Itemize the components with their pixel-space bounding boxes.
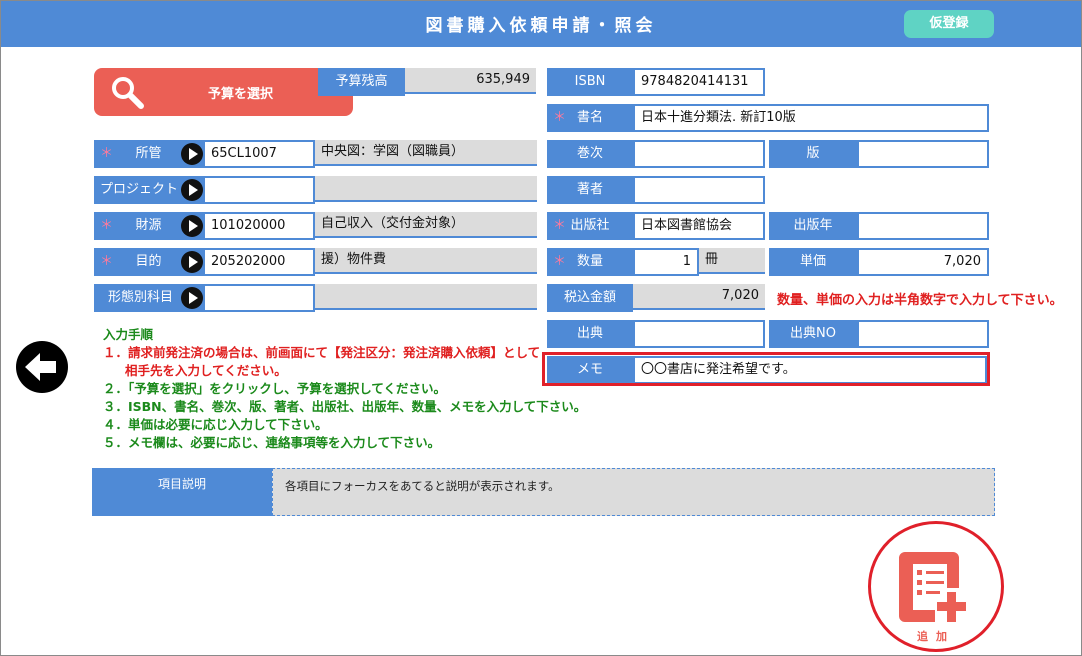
instruction-step-5: ５．メモ欄は、必要に応じ、連絡事項等を入力して下さい。 bbox=[103, 435, 441, 450]
purpose-name-display: 援）物件費 bbox=[315, 248, 537, 274]
dept-code-input[interactable]: 65CL1007 bbox=[203, 140, 315, 168]
project-name-display bbox=[315, 176, 537, 202]
source-input[interactable] bbox=[633, 320, 765, 348]
quantity-label: ＊数量 bbox=[547, 248, 633, 276]
title-input[interactable]: 日本十進分類法. 新訂10版 bbox=[633, 104, 989, 132]
purpose-code-input[interactable]: 205202000 bbox=[203, 248, 315, 276]
budget-remaining-value: 635,949 bbox=[405, 68, 536, 94]
field-description-label: 項目説明 bbox=[92, 468, 272, 516]
volume-label: 巻次 bbox=[547, 140, 633, 168]
dept-name-display: 中央図：学図（図職員） bbox=[315, 140, 537, 166]
fund-lookup-button[interactable] bbox=[181, 215, 203, 237]
publisher-input[interactable]: 日本図書館協会 bbox=[633, 212, 765, 240]
pub-year-input[interactable] bbox=[857, 212, 989, 240]
search-icon bbox=[112, 77, 144, 109]
instruction-step-1-continued: 相手先を入力してください。 bbox=[125, 363, 287, 378]
total-value: 7,020 bbox=[633, 284, 765, 310]
instructions-heading: 入力手順 bbox=[103, 327, 154, 342]
unit-price-input[interactable]: 7,020 bbox=[857, 248, 989, 276]
budget-remaining-label: 予算残高 bbox=[318, 68, 405, 96]
project-code-input[interactable] bbox=[203, 176, 315, 204]
back-button[interactable] bbox=[16, 341, 68, 393]
isbn-input[interactable]: 9784820414131 bbox=[633, 68, 765, 96]
instruction-step-2: ２．「予算を選択」をクリックし、予算を選択してください。 bbox=[103, 381, 447, 396]
dept-lookup-button[interactable] bbox=[181, 143, 203, 165]
author-input[interactable] bbox=[633, 176, 765, 204]
publisher-label: ＊出版社 bbox=[547, 212, 633, 240]
add-highlight-circle bbox=[868, 521, 1004, 652]
total-label: 税込金額 bbox=[547, 284, 633, 312]
pub-year-label: 出版年 bbox=[769, 212, 857, 240]
edition-input[interactable] bbox=[857, 140, 989, 168]
purpose-lookup-button[interactable] bbox=[181, 251, 203, 273]
provisional-register-button[interactable]: 仮登録 bbox=[904, 10, 994, 38]
isbn-label: ISBN bbox=[547, 68, 633, 96]
select-budget-button[interactable]: 予算を選択 bbox=[94, 68, 353, 116]
quantity-unit: 冊 bbox=[699, 248, 765, 274]
edition-label: 版 bbox=[769, 140, 857, 168]
account-name-display bbox=[315, 284, 537, 310]
instruction-step-3: ３．ISBN、書名、巻次、版、著者、出版社、出版年、数量、メモを入力して下さい。 bbox=[103, 399, 587, 414]
header-bar: 図書購入依頼申請・照会 仮登録 bbox=[1, 1, 1081, 47]
arrow-left-icon bbox=[25, 353, 56, 381]
title-label: ＊書名 bbox=[547, 104, 633, 132]
instruction-step-1: １．請求前発注済の場合は、前画面にて【発注区分：発注済購入依頼】として bbox=[103, 345, 541, 360]
volume-input[interactable] bbox=[633, 140, 765, 168]
fund-name-display: 自己収入（交付金対象） bbox=[315, 212, 537, 238]
quantity-input[interactable]: 1 bbox=[633, 248, 699, 276]
unit-price-label: 単価 bbox=[769, 248, 857, 276]
input-hint: 数量、単価の入力は半角数字で入力して下さい。 bbox=[777, 293, 1063, 308]
fund-code-input[interactable]: 101020000 bbox=[203, 212, 315, 240]
select-budget-label: 予算を選択 bbox=[208, 87, 274, 102]
account-code-input[interactable] bbox=[203, 284, 315, 312]
field-description-text: 各項目にフォーカスをあてると説明が表示されます。 bbox=[272, 468, 995, 516]
instruction-step-4: ４．単価は必要に応じ入力して下さい。 bbox=[103, 417, 328, 432]
source-no-input[interactable] bbox=[857, 320, 989, 348]
source-no-label: 出典NO bbox=[769, 320, 857, 348]
source-label: 出典 bbox=[547, 320, 633, 348]
account-lookup-button[interactable] bbox=[181, 287, 203, 309]
project-lookup-button[interactable] bbox=[181, 179, 203, 201]
memo-highlight-frame bbox=[542, 352, 990, 386]
author-label: 著者 bbox=[547, 176, 633, 204]
